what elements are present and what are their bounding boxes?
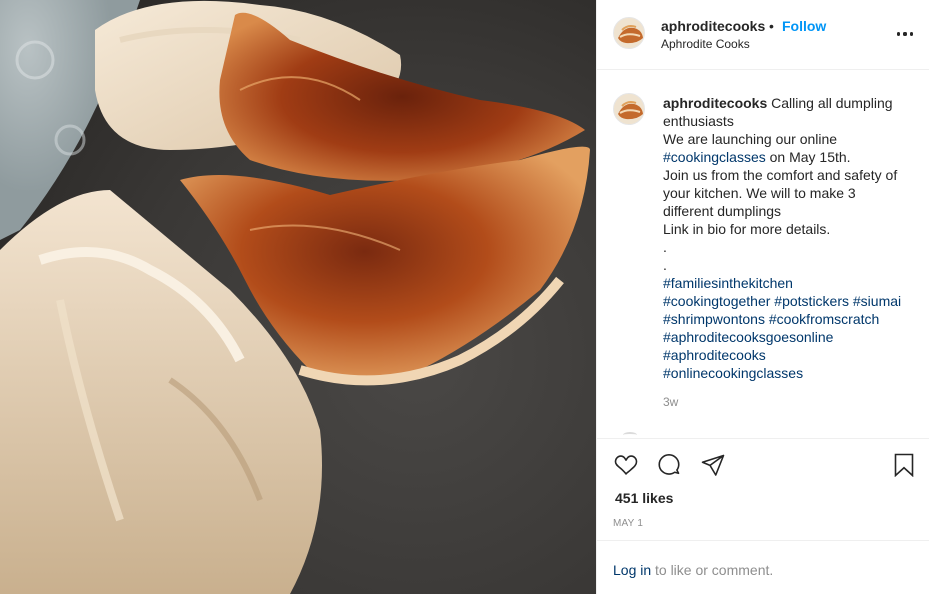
food-photo-icon bbox=[0, 0, 596, 594]
caption-line: aphroditecooks Calling all dumpling bbox=[663, 94, 919, 112]
caption-username[interactable]: aphroditecooks bbox=[663, 95, 767, 111]
avatar[interactable] bbox=[613, 17, 645, 49]
post-header: aphroditecooks • Follow Aphrodite Cooks bbox=[597, 0, 929, 70]
hashtag-link[interactable]: #aphroditecooksgoesonline bbox=[663, 328, 919, 346]
caption-line: enthusiasts bbox=[663, 113, 734, 129]
post-side-panel: aphroditecooks • Follow Aphrodite Cooks … bbox=[596, 0, 929, 594]
more-dots-icon[interactable] bbox=[897, 31, 913, 37]
post-image[interactable] bbox=[0, 0, 596, 594]
caption-line: Join us from the comfort and safety of bbox=[663, 167, 898, 183]
comment-icon[interactable] bbox=[657, 453, 681, 477]
caption-text: on May 15th. bbox=[769, 149, 851, 165]
login-prompt: Log in to like or comment. bbox=[597, 540, 929, 594]
caption-avatar[interactable] bbox=[613, 93, 645, 125]
hashtag-link[interactable]: #onlinecookingclasses bbox=[663, 364, 919, 382]
avatar-dumpling-icon bbox=[614, 18, 644, 48]
caption-line: different dumplings bbox=[663, 203, 782, 219]
caption-line: #cookingclasses on May 15th. bbox=[663, 148, 919, 166]
login-prompt-text: to like or comment. bbox=[655, 562, 774, 578]
avatar-dumpling-icon bbox=[614, 94, 644, 124]
hashtag-link[interactable]: #cookingclasses bbox=[663, 149, 766, 165]
caption-line: . bbox=[663, 257, 667, 273]
follow-button[interactable]: Follow bbox=[782, 18, 826, 34]
hashtag-link[interactable]: #shrimpwontons #cookfromscratch bbox=[663, 310, 919, 328]
header-username[interactable]: aphroditecooks bbox=[661, 18, 765, 34]
hashtag-link[interactable]: #cookingtogether #potstickers #siumai bbox=[663, 292, 919, 310]
share-icon[interactable] bbox=[701, 453, 725, 477]
caption-line: . bbox=[663, 239, 667, 255]
hashtag-link[interactable]: #aphroditecooks bbox=[663, 346, 919, 364]
caption-line: We are launching our online bbox=[663, 131, 838, 147]
comments-section: aphroditecooks Calling all dumpling enth… bbox=[597, 70, 929, 438]
like-count[interactable]: 451 likes bbox=[615, 490, 673, 506]
login-link[interactable]: Log in bbox=[613, 562, 651, 578]
hashtag-link[interactable]: #familiesinthekitchen bbox=[663, 274, 919, 292]
post-caption: aphroditecooks Calling all dumpling enth… bbox=[663, 94, 919, 382]
post-actions: 451 likes MAY 1 bbox=[597, 438, 929, 540]
caption-line: Link in bio for more details. bbox=[663, 221, 831, 237]
caption-timestamp[interactable]: 3w bbox=[663, 395, 678, 409]
header-separator: • bbox=[769, 18, 774, 34]
heart-icon[interactable] bbox=[613, 453, 639, 477]
post-date[interactable]: MAY 1 bbox=[613, 518, 643, 529]
bookmark-icon[interactable] bbox=[892, 453, 916, 477]
caption-line: your kitchen. We will to make 3 bbox=[663, 185, 856, 201]
header-subtitle: Aphrodite Cooks bbox=[661, 37, 750, 51]
caption-text: Calling all dumpling bbox=[771, 95, 893, 111]
